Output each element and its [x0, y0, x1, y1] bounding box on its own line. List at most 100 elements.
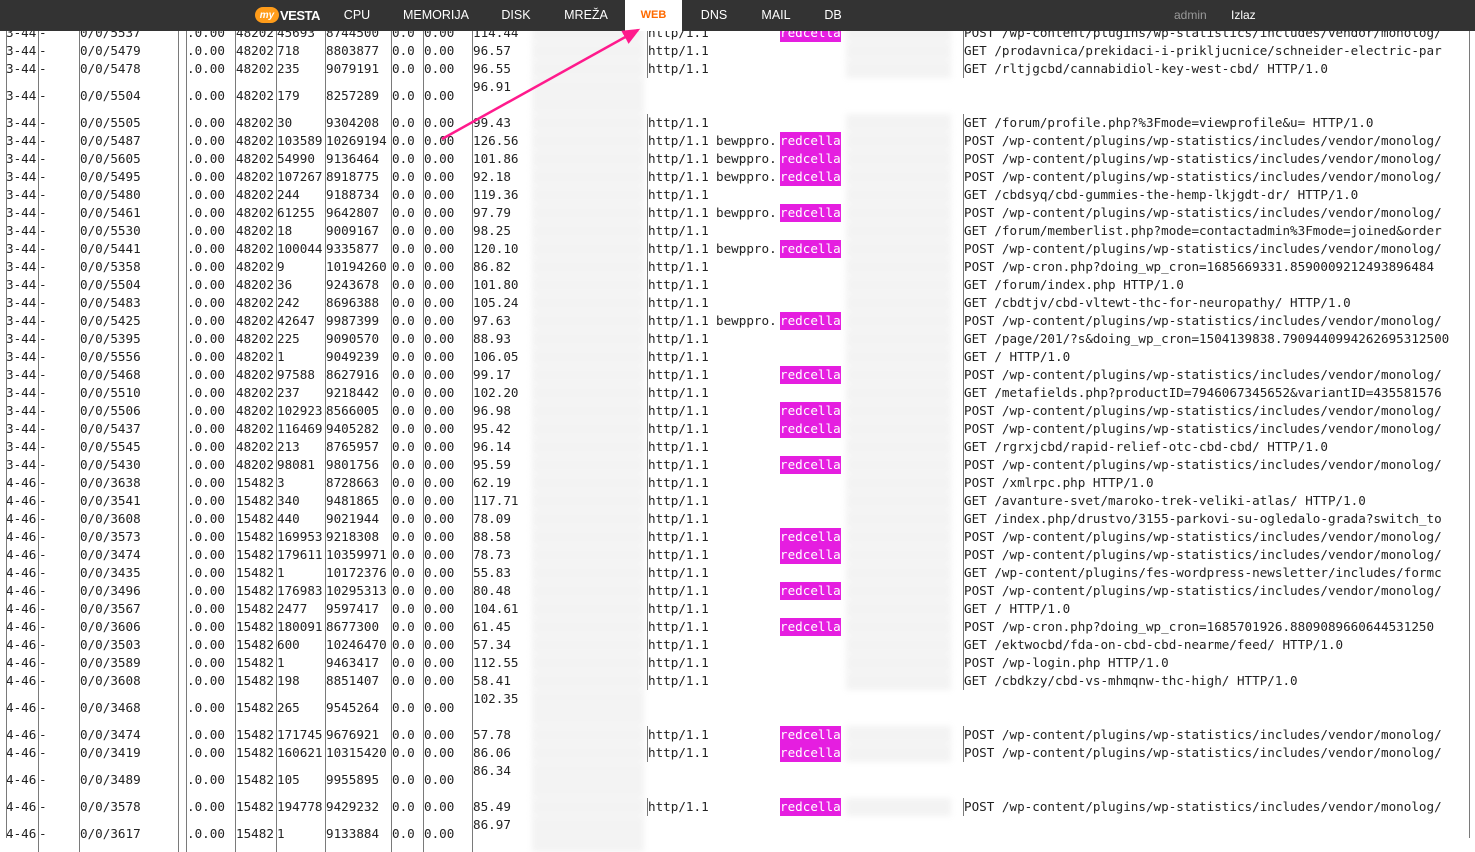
- highlight-match: redcella: [780, 618, 841, 636]
- cell-time: 126.56: [472, 132, 531, 150]
- cell-req: 0.0: [391, 222, 423, 240]
- cell-ss: 9801756: [325, 456, 391, 474]
- cell-vhost: [716, 474, 844, 492]
- cell-srv: 4-46: [6, 511, 37, 526]
- nav-mreza[interactable]: MREŽA: [556, 0, 616, 31]
- redacted-vhost: [846, 420, 951, 438]
- cell-bytes: 54990: [276, 150, 325, 168]
- cell-cpu2: .0.00: [186, 618, 235, 636]
- vesta-logo[interactable]: my VESTA: [255, 5, 320, 25]
- vhost-prefix: bewppro.: [716, 169, 777, 184]
- cell-cpu2: .0.00: [186, 132, 235, 150]
- cell-time: 99.43: [472, 114, 531, 132]
- cell-m: -: [38, 438, 79, 456]
- cell-cpu2: .0.00: [186, 762, 235, 798]
- redacted-vhost: [846, 276, 951, 294]
- redacted-client: [532, 402, 644, 420]
- nav-disk[interactable]: DISK: [492, 0, 540, 31]
- cell-conn: 0.00: [423, 366, 472, 384]
- cell-vhost: bewppro. redcella: [716, 312, 844, 330]
- highlight-match: redcella: [780, 240, 841, 258]
- cell-time: 86.06: [472, 744, 531, 762]
- cell-bytes: 102923: [276, 402, 325, 420]
- cell-srv: 3-44: [6, 457, 37, 472]
- cell-m: -: [38, 114, 79, 132]
- cell-pid: 0/0/5504: [79, 276, 176, 294]
- cell-m: -: [38, 564, 79, 582]
- logout-link[interactable]: Izlaz: [1231, 0, 1256, 30]
- cell-time: 120.10: [472, 240, 531, 258]
- table-row: 4-46-0/0/3608 .0.00 15482 440 9021944 0.0 0.00…: [0, 510, 1475, 528]
- cell-time: 78.09: [472, 510, 531, 528]
- cell-acc: 48202: [235, 384, 277, 402]
- cell-request: POST /wp-content/plugins/wp-statistics/i…: [963, 798, 1470, 816]
- table-row: 3-44-0/0/5545 .0.00 48202 213 8765957 0.0 0.00…: [0, 438, 1475, 456]
- cell-acc: 48202: [235, 150, 277, 168]
- cell-bytes: 61255: [276, 204, 325, 222]
- redacted-vhost: [846, 600, 951, 618]
- cell-conn: 0.00: [423, 636, 472, 654]
- cell-req: 0.0: [391, 564, 423, 582]
- cell-cpu2: .0.00: [186, 510, 235, 528]
- cell-protocol: http/1.1: [647, 798, 715, 816]
- cell-cpu2: .0.00: [186, 474, 235, 492]
- cell-request: POST /wp-content/plugins/wp-statistics/i…: [963, 366, 1470, 384]
- cell-protocol: http/1.1: [647, 474, 715, 492]
- nav-db[interactable]: DB: [817, 0, 849, 31]
- cell-m: -: [38, 60, 79, 78]
- cell-ss: 9429232: [325, 798, 391, 816]
- cell-cpu2: .0.00: [186, 258, 235, 276]
- cell-bytes: 242: [276, 294, 325, 312]
- cell-bytes: 213: [276, 438, 325, 456]
- cell-protocol: http/1.1: [647, 276, 715, 294]
- cell-conn: 0.00: [423, 528, 472, 546]
- table-row: 3-44-0/0/5425 .0.00 48202 42647 9987399 0.0 0.…: [0, 312, 1475, 330]
- nav-dns[interactable]: DNS: [694, 0, 734, 31]
- cell-bytes: 2477: [276, 600, 325, 618]
- cell-acc: 48202: [235, 438, 277, 456]
- cell-conn: 0.00: [423, 510, 472, 528]
- redacted-client: [532, 348, 644, 366]
- highlight-match: redcella: [780, 456, 841, 474]
- cell-ss: 9481865: [325, 492, 391, 510]
- cell-cpu2: .0.00: [186, 744, 235, 762]
- cell-pid: 0/0/5504: [79, 78, 176, 114]
- cell-acc: 48202: [235, 186, 277, 204]
- cell-ss: 9049239: [325, 348, 391, 366]
- table-row: 4-46-0/0/3541 .0.00 15482 340 9481865 0.0 0.00…: [0, 492, 1475, 510]
- cell-cpu2: .0.00: [186, 672, 235, 690]
- cell-bytes: 176983: [276, 582, 325, 600]
- redacted-client: [532, 564, 644, 582]
- cell-req: 0.0: [391, 132, 423, 150]
- cell-pid: 0/0/5510: [79, 384, 176, 402]
- cell-pid: 0/0/5487: [79, 132, 176, 150]
- cell-conn: 0.00: [423, 204, 472, 222]
- nav-memorija[interactable]: MEMORIJA: [397, 0, 475, 31]
- cell-vhost: [716, 258, 844, 276]
- cell-time: 55.83: [472, 564, 531, 582]
- cell-srv: 3-44: [6, 151, 37, 166]
- cell-pid: 0/0/5530: [79, 222, 176, 240]
- cell-request: POST /wp-content/plugins/wp-statistics/i…: [963, 456, 1470, 474]
- nav-cpu[interactable]: CPU: [330, 0, 384, 31]
- cell-time: 96.91: [472, 78, 531, 114]
- cell-srv: 3-44: [6, 295, 37, 310]
- cell-protocol: http/1.1: [647, 150, 715, 168]
- table-row: 3-44-0/0/5504 .0.00 48202 36 9243678 0.0 0.00 1…: [0, 276, 1475, 294]
- cell-bytes: 179611: [276, 546, 325, 564]
- table-row: 3-44-0/0/5530 .0.00 48202 18 9009167 0.0 0.00 9…: [0, 222, 1475, 240]
- nav-web[interactable]: WEB: [625, 0, 682, 31]
- cell-ss: 8728663: [325, 474, 391, 492]
- redacted-vhost: [846, 168, 951, 186]
- cell-protocol: http/1.1: [647, 420, 715, 438]
- cell-srv: 4-46: [6, 673, 37, 688]
- cell-request: GET /metafields.php?productID=7946067345…: [963, 384, 1470, 402]
- user-name[interactable]: admin: [1174, 0, 1207, 30]
- cell-m: -: [38, 600, 79, 618]
- cell-conn: 0.00: [423, 312, 472, 330]
- nav-mail[interactable]: MAIL: [755, 0, 797, 31]
- cell-pid: 0/0/3435: [79, 564, 176, 582]
- table-row: 4-46-0/0/3503 .0.00 15482 600 10246470 0.0 0.0…: [0, 636, 1475, 654]
- cell-conn: 0.00: [423, 402, 472, 420]
- cell-protocol: http/1.1: [647, 60, 715, 78]
